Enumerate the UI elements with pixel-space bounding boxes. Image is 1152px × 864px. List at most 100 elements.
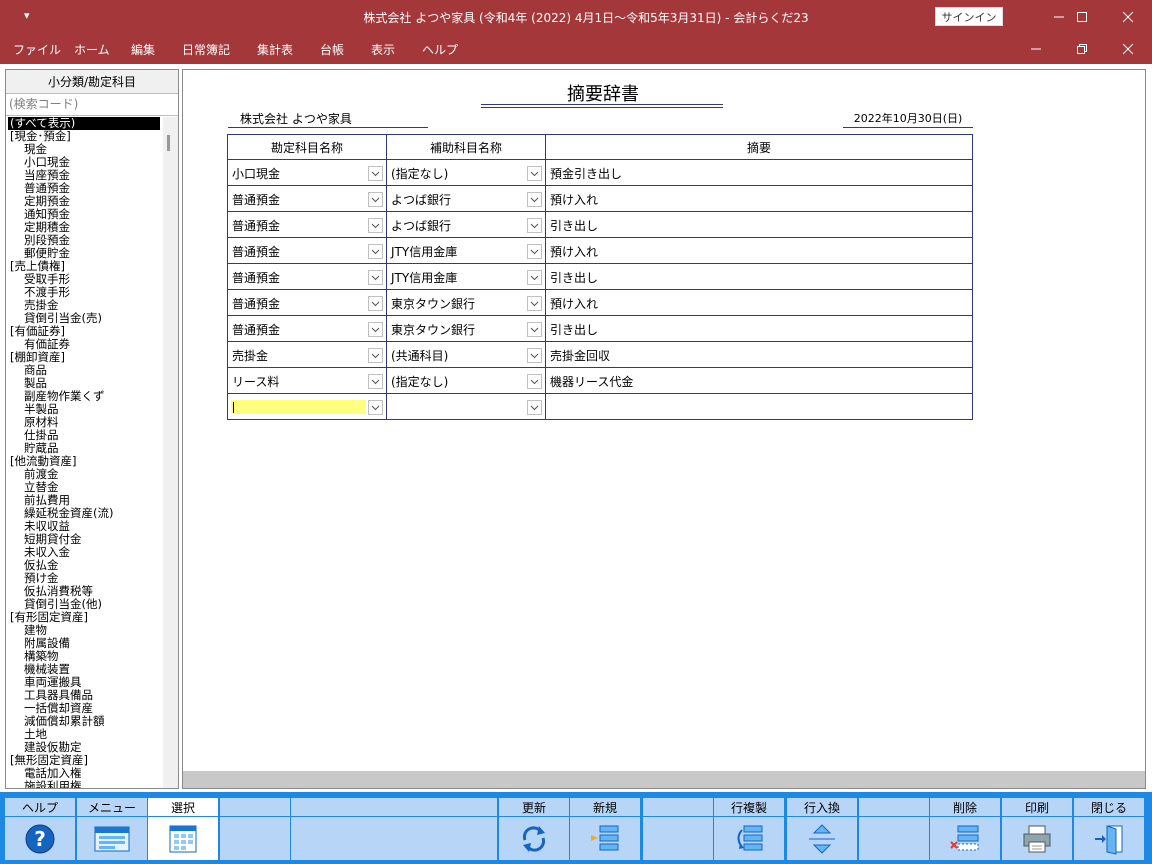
sub-account-dropdown-icon[interactable] — [527, 400, 542, 415]
sub-account-dropdown-icon[interactable] — [527, 296, 542, 311]
memo-cell[interactable]: 引き出し — [545, 263, 973, 290]
doc-close-button[interactable] — [1105, 34, 1151, 64]
fkey-close-button[interactable]: 閉じる — [1074, 798, 1144, 860]
sub-account-dropdown-icon[interactable] — [527, 218, 542, 233]
sub-account-dropdown-icon[interactable] — [527, 348, 542, 363]
sub-account-name: 東京タウン銀行 — [391, 297, 476, 311]
fkey-duplicate-row-button[interactable]: 行複製 — [714, 798, 784, 860]
account-dropdown-icon[interactable] — [368, 166, 383, 181]
menu-help[interactable]: ヘルプ — [422, 41, 458, 58]
account-cell[interactable]: 普通預金 — [227, 315, 387, 342]
account-cell[interactable]: 普通預金 — [227, 211, 387, 238]
account-dropdown-icon[interactable] — [368, 374, 383, 389]
menu-summary[interactable]: 集計表 — [257, 41, 293, 58]
sub-account-dropdown-icon[interactable] — [527, 166, 542, 181]
account-dropdown-icon[interactable] — [368, 296, 383, 311]
account-cell[interactable]: リース料 — [227, 367, 387, 394]
menu-daily-bookkeeping[interactable]: 日常簿記 — [182, 41, 230, 58]
sub-account-cell[interactable]: 東京タウン銀行 — [386, 315, 546, 342]
memo-cell[interactable]: 機器リース代金 — [545, 367, 973, 394]
memo-text: 預け入れ — [550, 297, 599, 311]
table-row[interactable]: 普通預金 東京タウン銀行 預け入れ — [227, 289, 973, 316]
account-input[interactable] — [231, 400, 366, 414]
account-cell[interactable]: 普通預金 — [227, 185, 387, 212]
fkey-refresh-button[interactable]: 更新 — [499, 798, 569, 860]
account-cell[interactable]: 小口現金 — [227, 159, 387, 186]
table-row[interactable]: 小口現金 (指定なし) 預金引き出し — [227, 159, 973, 186]
memo-cell[interactable]: 預け入れ — [545, 185, 973, 212]
sub-account-cell[interactable]: (指定なし) — [386, 367, 546, 394]
memo-cell[interactable]: 預け入れ — [545, 289, 973, 316]
memo-cell[interactable]: 預金引き出し — [545, 159, 973, 186]
sub-account-dropdown-icon[interactable] — [527, 374, 542, 389]
sub-account-input-cell[interactable] — [386, 393, 546, 420]
table-row[interactable]: 売掛金 (共通科目) 売掛金回収 — [227, 341, 973, 368]
account-dropdown-icon[interactable] — [368, 244, 383, 259]
account-input-cell[interactable] — [227, 393, 387, 420]
menu-file[interactable]: ファイル — [13, 41, 61, 58]
table-row[interactable]: 普通預金 東京タウン銀行 引き出し — [227, 315, 973, 342]
sub-account-cell[interactable]: よつば銀行 — [386, 185, 546, 212]
menu-ledger[interactable]: 台帳 — [320, 41, 344, 58]
account-dropdown-icon[interactable] — [368, 322, 383, 337]
table-row[interactable]: 普通預金 よつば銀行 引き出し — [227, 211, 973, 238]
tree-scrollbar[interactable] — [163, 117, 178, 788]
sub-account-dropdown-icon[interactable] — [527, 270, 542, 285]
account-cell[interactable]: 普通預金 — [227, 263, 387, 290]
sub-account-cell[interactable]: JTY信用金庫 — [386, 237, 546, 264]
account-name: 普通預金 — [232, 219, 281, 233]
menu-home[interactable]: ホーム — [74, 41, 110, 58]
text-caret — [233, 402, 234, 413]
table-row[interactable]: 普通預金 JTY信用金庫 引き出し — [227, 263, 973, 290]
account-dropdown-icon[interactable] — [368, 348, 383, 363]
sub-account-cell[interactable]: (指定なし) — [386, 159, 546, 186]
doc-restore-button[interactable] — [1059, 34, 1105, 64]
sub-account-cell[interactable]: (共通科目) — [386, 341, 546, 368]
fkey-empty-button[interactable] — [859, 798, 929, 860]
fkey-label — [643, 799, 713, 817]
fkey-empty-button[interactable] — [291, 798, 497, 860]
sub-account-dropdown-icon[interactable] — [527, 192, 542, 207]
tree-account-item[interactable]: 施設利用権 — [6, 780, 163, 789]
account-dropdown-icon[interactable] — [368, 400, 383, 415]
signin-button[interactable]: サインイン — [935, 7, 1003, 26]
memo-input-cell[interactable] — [545, 393, 973, 420]
document-area: 摘要辞書 株式会社 よつや家具 2022年10月30日(日) 勘定科目名称 補助… — [182, 69, 1146, 789]
sub-account-name: JTY信用金庫 — [391, 271, 458, 285]
close-window-button[interactable] — [1105, 0, 1151, 34]
table-row[interactable]: リース料 (指定なし) 機器リース代金 — [227, 367, 973, 394]
table-row[interactable]: 普通預金 JTY信用金庫 預け入れ — [227, 237, 973, 264]
fkey-print-button[interactable]: 印刷 — [1002, 798, 1072, 860]
memo-cell[interactable]: 預け入れ — [545, 237, 973, 264]
sub-account-dropdown-icon[interactable] — [527, 244, 542, 259]
table-row[interactable]: 普通預金 よつば銀行 預け入れ — [227, 185, 973, 212]
fkey-select-button[interactable]: 選択 — [148, 798, 218, 860]
memo-cell[interactable]: 引き出し — [545, 315, 973, 342]
search-code-input[interactable]: (検索コード) — [6, 94, 178, 116]
scroll-thumb[interactable] — [167, 135, 170, 151]
new-entry-row[interactable] — [227, 393, 973, 420]
account-dropdown-icon[interactable] — [368, 192, 383, 207]
account-dropdown-icon[interactable] — [368, 218, 383, 233]
account-cell[interactable]: 売掛金 — [227, 341, 387, 368]
maximize-button[interactable] — [1059, 0, 1105, 34]
fkey-swap-rows-button[interactable]: 行入換 — [787, 798, 857, 860]
menu-edit[interactable]: 編集 — [131, 41, 155, 58]
sub-account-dropdown-icon[interactable] — [527, 322, 542, 337]
fkey-menu-button[interactable]: メニュー — [77, 798, 147, 860]
sub-account-cell[interactable]: JTY信用金庫 — [386, 263, 546, 290]
fkey-new-button[interactable]: 新規 — [570, 798, 640, 860]
fkey-delete-button[interactable]: 削除 — [930, 798, 1000, 860]
fkey-help-button[interactable]: ヘルプ? — [5, 798, 75, 860]
memo-cell[interactable]: 引き出し — [545, 211, 973, 238]
menu-view[interactable]: 表示 — [371, 41, 395, 58]
fkey-empty-button[interactable] — [643, 798, 713, 860]
account-dropdown-icon[interactable] — [368, 270, 383, 285]
sub-account-cell[interactable]: よつば銀行 — [386, 211, 546, 238]
account-cell[interactable]: 普通預金 — [227, 289, 387, 316]
fkey-empty-button[interactable] — [220, 798, 290, 860]
account-cell[interactable]: 普通預金 — [227, 237, 387, 264]
sub-account-cell[interactable]: 東京タウン銀行 — [386, 289, 546, 316]
memo-cell[interactable]: 売掛金回収 — [545, 341, 973, 368]
doc-minimize-button[interactable] — [1013, 34, 1059, 64]
